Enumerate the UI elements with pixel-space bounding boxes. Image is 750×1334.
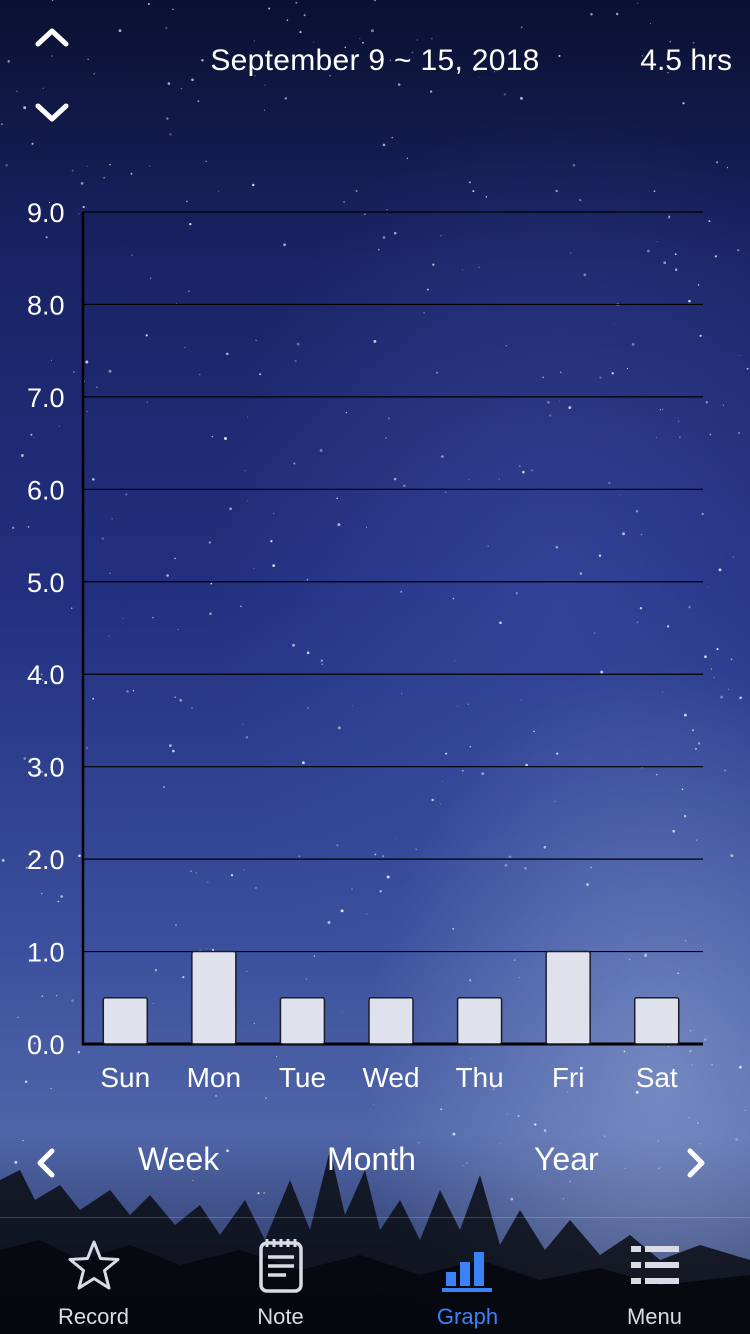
x-tick-label: Sat [636,1062,678,1093]
y-tick-label: 2.0 [27,845,65,875]
tab-graph-label: Graph [436,1304,499,1329]
tab-note[interactable]: Note [187,1218,374,1334]
chevron-left-icon [37,1148,55,1178]
y-tick-label: 5.0 [27,568,65,598]
star-icon [68,1240,119,1290]
bar-sat [633,997,680,1045]
period-selector: Week Month Year [0,1135,750,1191]
menu-icon [630,1246,679,1284]
y-tick-label: 8.0 [27,290,65,320]
tab-month[interactable]: Month [327,1141,416,1178]
y-tick-label: 4.0 [27,660,65,690]
bar-tue [279,997,326,1045]
bar-wed [368,997,414,1045]
note-icon [258,1239,303,1293]
bar-fri [545,950,591,1045]
period-prev-button[interactable] [26,1143,66,1183]
y-tick-label: 3.0 [27,753,65,783]
tab-note-label: Note [257,1304,304,1329]
tab-menu[interactable]: Menu [561,1218,748,1334]
bar-mon [191,950,237,1045]
tab-week[interactable]: Week [138,1141,219,1178]
period-next-button[interactable] [676,1143,716,1183]
y-tick-label: 0.0 [27,1030,65,1060]
x-tick-label: Tue [279,1062,326,1093]
y-tick-label: 6.0 [27,475,65,505]
bottom-tab-bar: Record Note Graph Menu [0,1217,750,1334]
sleep-bar-chart: 0.0 1.0 2.0 3.0 4.0 5.0 6.0 7.0 8.0 9.0 Sun Mon Tue W… [27,198,703,1093]
tab-record[interactable]: Record [0,1218,187,1334]
x-tick-label: Fri [552,1062,585,1093]
x-tick-label: Sun [100,1062,150,1093]
y-tick-label: 7.0 [27,383,65,413]
tab-graph[interactable]: Graph [374,1218,561,1334]
y-tick-label: 1.0 [27,938,65,968]
chevron-right-icon [687,1148,705,1178]
y-tick-label: 9.0 [27,198,65,228]
tab-record-label: Record [58,1304,129,1329]
tab-menu-label: Menu [626,1304,683,1329]
x-tick-label: Wed [362,1062,419,1093]
bar-thu [456,997,503,1045]
x-tick-label: Thu [455,1062,503,1093]
bar-chart-icon [441,1252,492,1292]
bar-sun [102,997,149,1045]
x-tick-label: Mon [187,1062,241,1093]
tab-year[interactable]: Year [534,1141,599,1178]
